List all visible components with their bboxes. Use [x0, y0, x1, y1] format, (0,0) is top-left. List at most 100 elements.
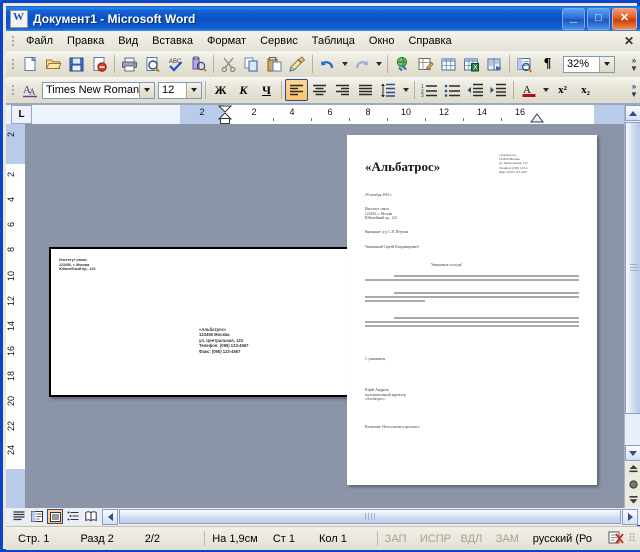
status-extend-selection[interactable]: ВДЛ: [457, 533, 492, 545]
align-right-icon[interactable]: [331, 79, 354, 101]
undo-dropdown-arrow[interactable]: [339, 53, 350, 75]
superscript-icon[interactable]: x²: [551, 79, 574, 101]
document-canvas[interactable]: Институт связи 123456, г. Москва Юбилейн…: [25, 124, 624, 508]
hyperlink-icon[interactable]: [391, 53, 414, 75]
horizontal-ruler-strip[interactable]: 2 2 4 6 8 10 12 14 16: [180, 105, 624, 124]
tables-and-borders-icon[interactable]: [414, 53, 437, 75]
right-indent-marker[interactable]: [530, 113, 544, 124]
minimize-button[interactable]: _: [562, 8, 585, 30]
menu-item-window[interactable]: Окно: [362, 33, 402, 49]
horizontal-ruler[interactable]: L 2 2 4 6 8 10 12 14 16: [6, 105, 624, 125]
print-layout-view-icon[interactable]: [47, 509, 63, 524]
line-spacing-icon[interactable]: [377, 79, 400, 101]
formatting-toolbar-overflow[interactable]: » ▼: [628, 79, 640, 101]
redo-icon[interactable]: [350, 53, 373, 75]
outline-view-icon[interactable]: [65, 509, 81, 524]
save-icon[interactable]: [65, 53, 88, 75]
menu-item-table[interactable]: Таблица: [305, 33, 362, 49]
scroll-right-button[interactable]: [622, 508, 638, 525]
spelling-status-icon[interactable]: [604, 530, 628, 548]
next-page-button[interactable]: [625, 492, 640, 507]
zoom-dropdown-arrow[interactable]: [599, 56, 614, 72]
previous-page-button[interactable]: [625, 462, 640, 477]
menu-item-edit[interactable]: Правка: [60, 33, 111, 49]
top-margin-zone: [6, 124, 25, 164]
zoom-combo[interactable]: 32%: [563, 55, 615, 73]
spelling-check-icon[interactable]: ABC: [164, 53, 187, 75]
redo-dropdown-arrow[interactable]: [373, 53, 384, 75]
align-justify-icon[interactable]: [354, 79, 377, 101]
print-icon[interactable]: [118, 53, 141, 75]
research-icon[interactable]: [187, 53, 210, 75]
line-spacing-dropdown-arrow[interactable]: [400, 79, 411, 101]
show-formatting-marks-icon[interactable]: ¶: [536, 53, 559, 75]
vertical-scrollbar[interactable]: [624, 105, 640, 508]
resize-grip[interactable]: ⠿: [628, 532, 636, 545]
scroll-up-button[interactable]: [625, 105, 640, 121]
formatting-toolbar-gripper[interactable]: [9, 82, 17, 98]
select-browse-object-button[interactable]: [625, 477, 640, 492]
close-button[interactable]: ✕: [612, 8, 637, 30]
status-track-changes[interactable]: ИСПР: [416, 533, 457, 545]
align-left-icon[interactable]: [285, 79, 308, 101]
maximize-button[interactable]: □: [587, 8, 610, 30]
status-record-mode[interactable]: ЗАП: [381, 533, 416, 545]
font-name-combo[interactable]: Times New Roman: [42, 81, 155, 99]
subscript-icon[interactable]: x₂: [574, 79, 597, 101]
menu-item-view[interactable]: Вид: [111, 33, 145, 49]
open-folder-icon[interactable]: [42, 53, 65, 75]
standard-toolbar-gripper[interactable]: [9, 56, 17, 72]
permission-icon[interactable]: [88, 53, 111, 75]
status-overtype-mode[interactable]: ЗАМ: [492, 533, 529, 545]
font-name-dropdown-arrow[interactable]: [139, 82, 154, 98]
columns-icon[interactable]: [483, 53, 506, 75]
horizontal-scroll-thumb[interactable]: [119, 509, 621, 524]
reading-layout-view-icon[interactable]: [83, 509, 99, 524]
standard-toolbar-overflow[interactable]: » ▼: [628, 53, 640, 75]
paste-icon[interactable]: [263, 53, 286, 75]
menu-item-insert[interactable]: Вставка: [145, 33, 200, 49]
undo-icon[interactable]: [316, 53, 339, 75]
increase-indent-icon[interactable]: [487, 79, 510, 101]
status-language[interactable]: русский (Ро: [529, 533, 604, 545]
menu-item-help[interactable]: Справка: [401, 33, 458, 49]
menu-bar-gripper[interactable]: [9, 33, 17, 49]
tab-stop-selector[interactable]: L: [11, 105, 32, 124]
bold-button[interactable]: Ж: [209, 79, 232, 101]
toolbar-options-icon: ▼: [630, 63, 638, 73]
scroll-left-button[interactable]: [102, 508, 118, 525]
copy-icon[interactable]: [240, 53, 263, 75]
menu-item-format[interactable]: Формат: [200, 33, 253, 49]
font-color-icon[interactable]: A: [517, 79, 540, 101]
font-size-dropdown-arrow[interactable]: [186, 82, 201, 98]
envelope-page[interactable]: Институт связи 123456, г. Москва Юбилейн…: [49, 247, 349, 397]
horizontal-scrollbar-row[interactable]: [6, 508, 640, 525]
vertical-scroll-thumb[interactable]: [625, 122, 640, 414]
letter-page[interactable]: «Альбатрос» «Альбатрос» 123456 Москва ул…: [347, 135, 597, 485]
normal-view-icon[interactable]: [11, 509, 27, 524]
styles-and-formatting-icon[interactable]: AA: [19, 79, 42, 101]
print-preview-icon[interactable]: [141, 53, 164, 75]
document-map-icon[interactable]: [513, 53, 536, 75]
italic-button[interactable]: К: [232, 79, 255, 101]
font-color-dropdown-arrow[interactable]: [540, 79, 551, 101]
align-center-icon[interactable]: [308, 79, 331, 101]
format-painter-icon[interactable]: [286, 53, 309, 75]
bulleted-list-icon[interactable]: [441, 79, 464, 101]
new-document-icon[interactable]: [19, 53, 42, 75]
cut-scissors-icon[interactable]: [217, 53, 240, 75]
vruler-number-24: 24: [6, 445, 16, 456]
menu-item-tools[interactable]: Сервис: [253, 33, 305, 49]
web-layout-view-icon[interactable]: [29, 509, 45, 524]
menu-item-file[interactable]: Файл: [19, 33, 60, 49]
first-line-indent-marker[interactable]: [218, 105, 232, 124]
vertical-ruler[interactable]: 2 2 4 6 8 10 12 14 16 18 20 22 24: [6, 124, 26, 508]
decrease-indent-icon[interactable]: [464, 79, 487, 101]
scroll-down-button[interactable]: [625, 445, 640, 461]
underline-button[interactable]: Ч: [255, 79, 278, 101]
font-size-combo[interactable]: 12: [158, 81, 202, 99]
insert-table-icon[interactable]: [437, 53, 460, 75]
numbered-list-icon[interactable]: 123: [418, 79, 441, 101]
insert-excel-sheet-icon[interactable]: X: [460, 53, 483, 75]
close-document-button[interactable]: ✕: [624, 34, 634, 48]
